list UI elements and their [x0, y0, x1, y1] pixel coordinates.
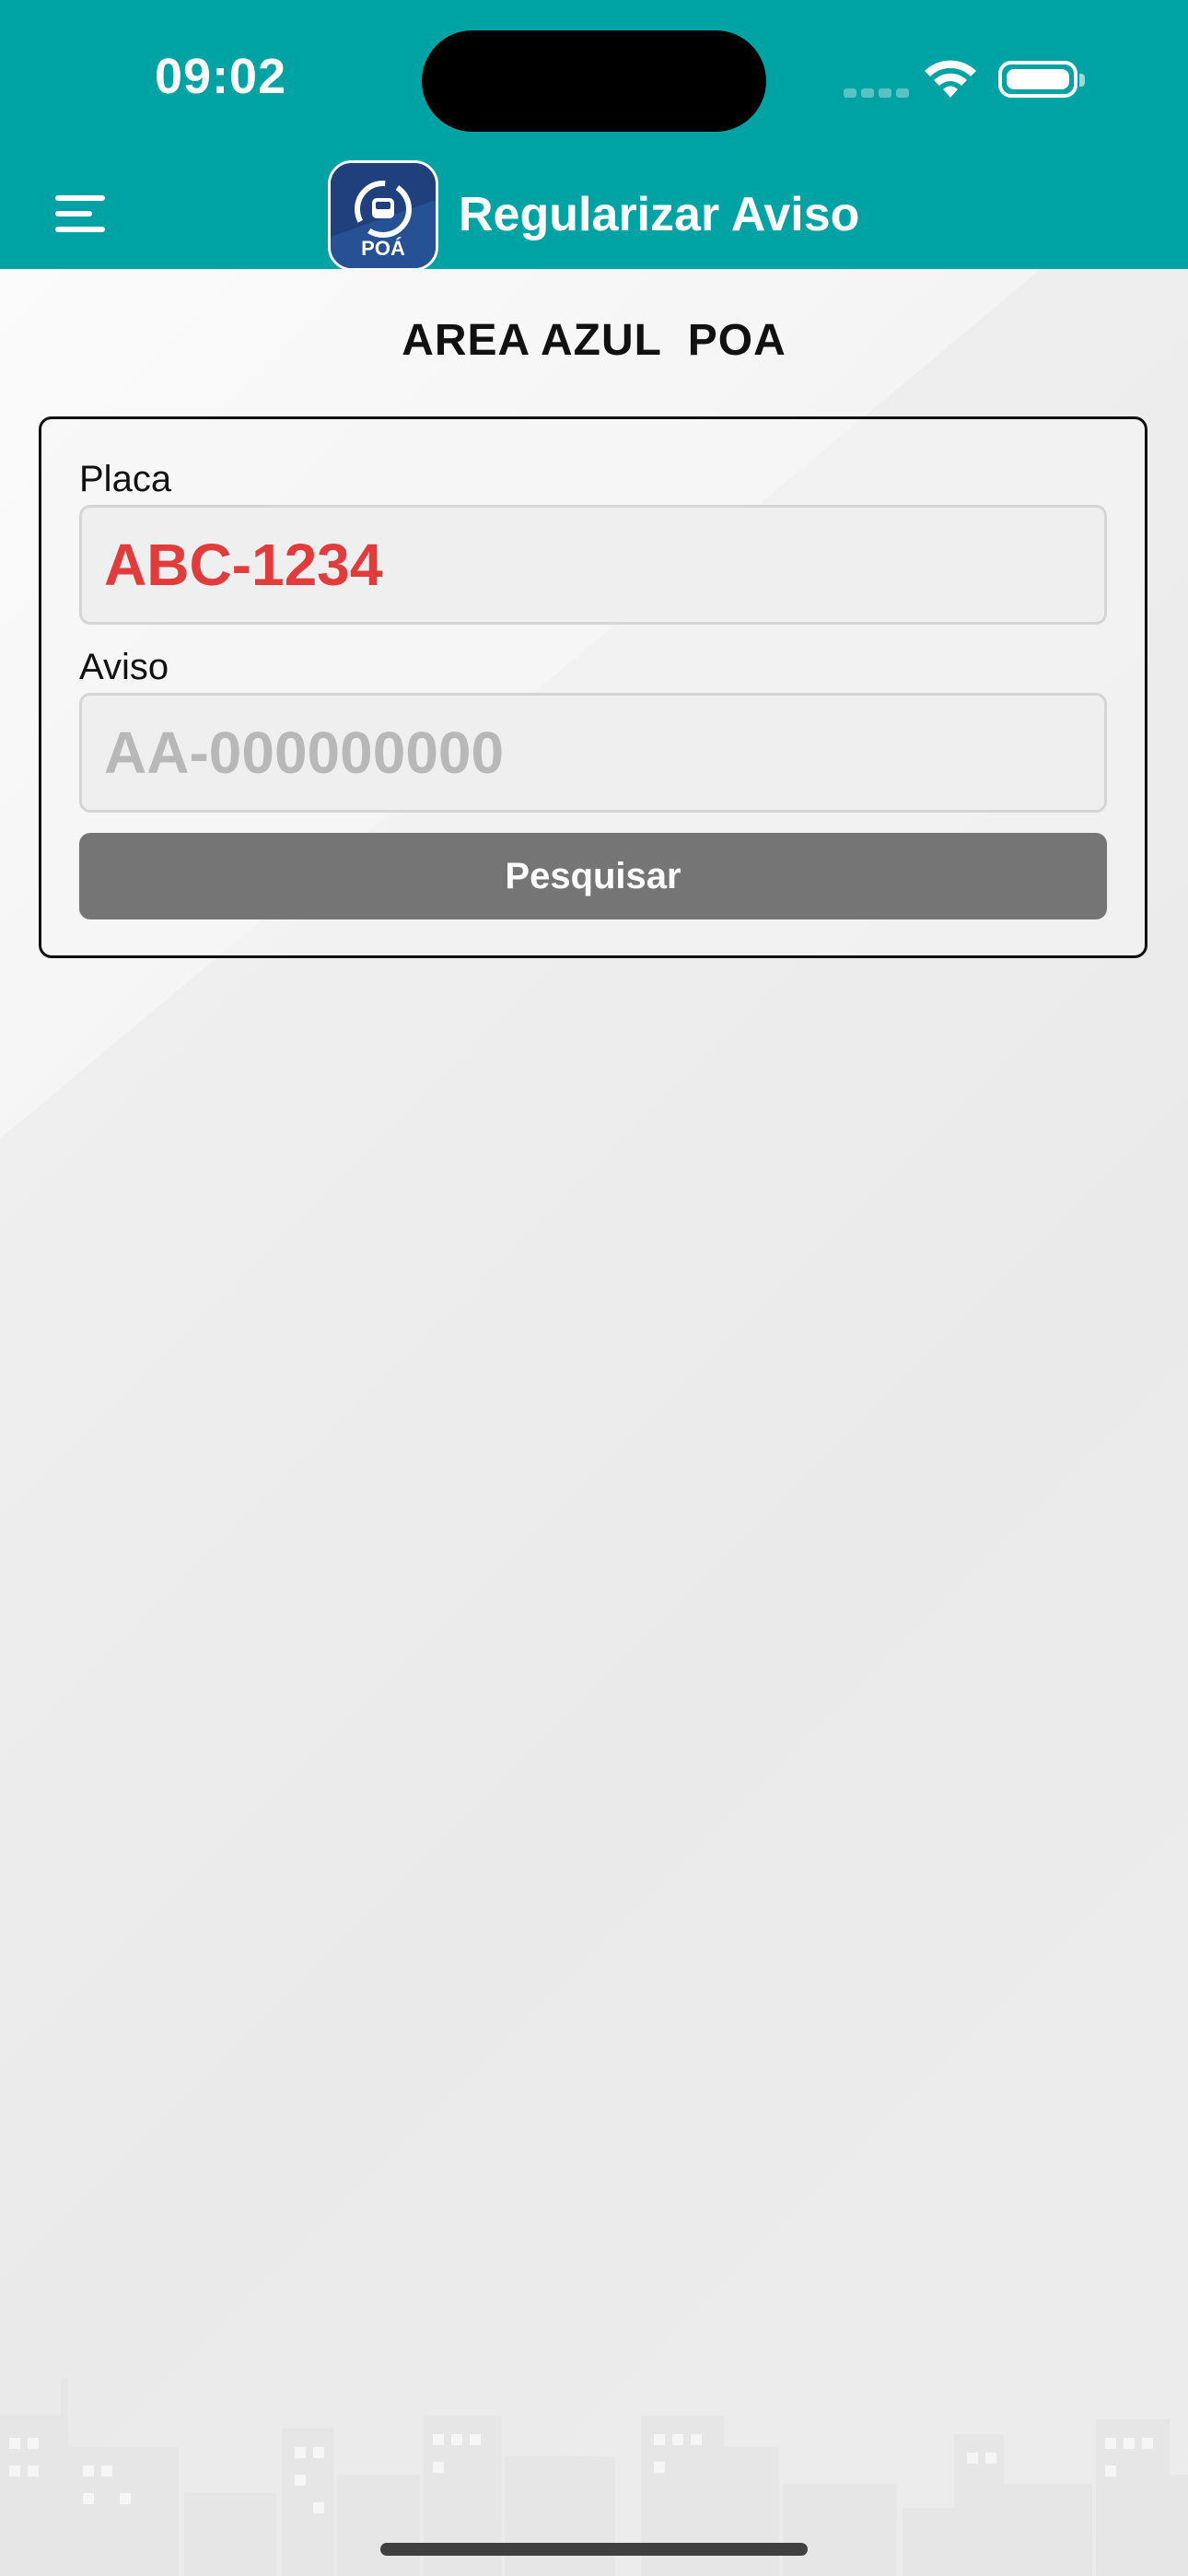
logo-text: POÁ — [361, 237, 405, 260]
notice-label: Aviso — [79, 647, 169, 687]
wifi-icon — [925, 60, 976, 98]
hamburger-menu-icon[interactable] — [55, 195, 109, 232]
page-title: Regularizar Aviso — [459, 188, 860, 241]
cellular-signal-icon — [844, 86, 914, 102]
dynamic-island — [422, 30, 766, 132]
plate-label: Placa — [79, 459, 172, 499]
status-time: 09:02 — [155, 49, 287, 104]
battery-icon — [998, 61, 1085, 98]
plate-input[interactable] — [79, 505, 1107, 625]
home-indicator[interactable] — [380, 2543, 808, 2556]
notice-input[interactable] — [79, 693, 1107, 813]
app-header: 09:02 POÁ Regularizar Aviso — [0, 0, 1188, 271]
app-logo: POÁ — [328, 160, 438, 271]
city-skyline-illustration — [0, 2379, 1188, 2576]
section-title: AREA AZUL POA — [402, 316, 786, 365]
search-button[interactable]: Pesquisar — [79, 833, 1107, 919]
